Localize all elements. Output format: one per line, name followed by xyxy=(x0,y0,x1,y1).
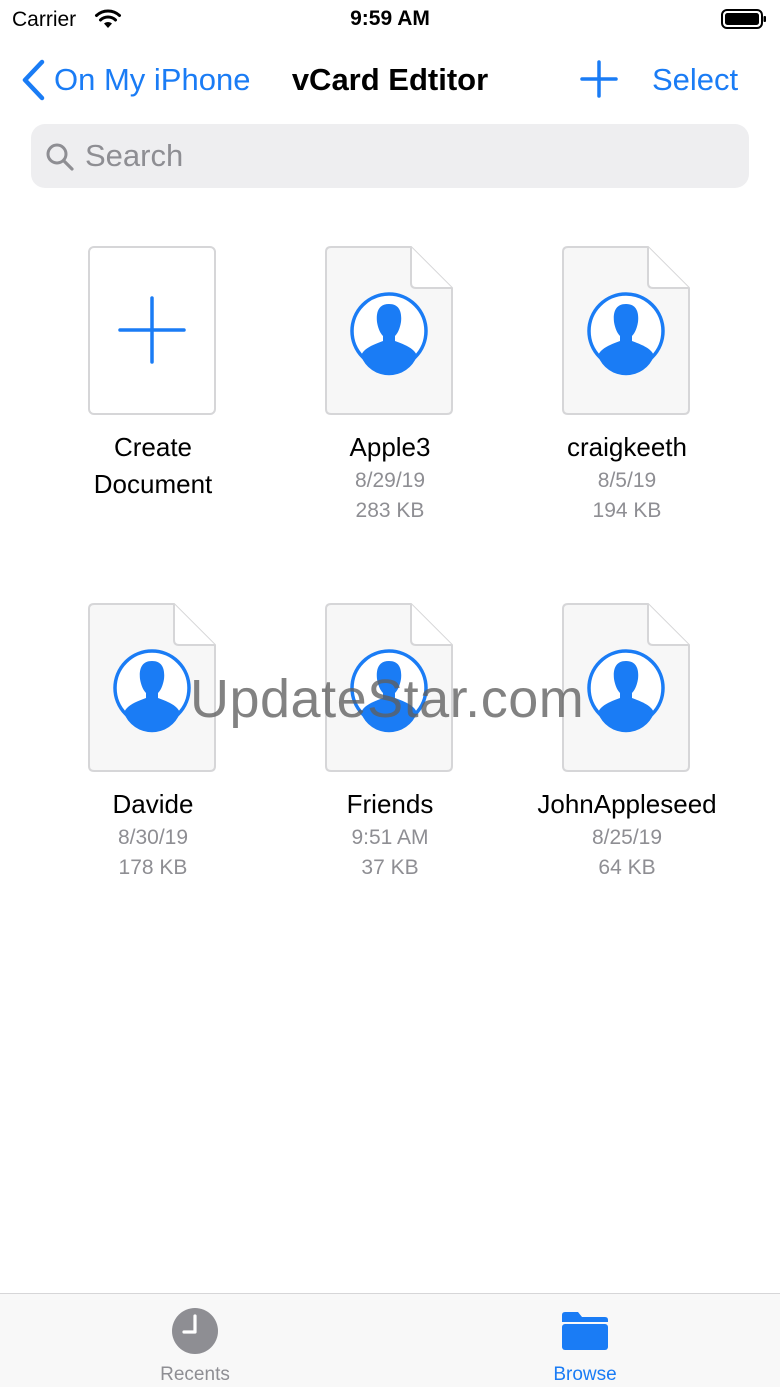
back-button[interactable]: On My iPhone xyxy=(20,58,250,102)
status-bar: Carrier 9:59 AM xyxy=(0,0,780,40)
file-size: 194 KB xyxy=(592,499,662,522)
create-document-thumbnail xyxy=(88,246,216,415)
contact-file-icon xyxy=(88,603,216,772)
create-document-tile[interactable]: Create Document xyxy=(33,246,273,503)
contact-file-icon xyxy=(325,603,453,772)
file-name: Friends xyxy=(346,789,434,819)
search-input[interactable] xyxy=(85,124,725,188)
file-size: 283 KB xyxy=(355,499,425,522)
file-tile[interactable]: Apple3 8/29/19 283 KB xyxy=(270,246,510,526)
select-button[interactable]: Select xyxy=(652,62,738,98)
file-date: 8/29/19 xyxy=(354,469,426,492)
contact-file-icon xyxy=(562,246,690,415)
create-document-label: Create Document xyxy=(93,432,213,499)
file-date: 8/5/19 xyxy=(597,469,657,492)
file-date: 8/25/19 xyxy=(591,826,663,849)
search-field[interactable] xyxy=(31,124,749,188)
file-name: Davide xyxy=(112,789,194,819)
file-date: 9:51 AM xyxy=(351,826,429,849)
navigation-bar: On My iPhone vCard Edtitor Select xyxy=(0,48,780,112)
page-title: vCard Edtitor xyxy=(291,62,489,97)
battery-icon xyxy=(721,9,766,29)
file-name: craigkeeth xyxy=(567,432,687,462)
tab-recents-label: Recents xyxy=(160,1364,230,1385)
clock-icon xyxy=(172,1308,218,1354)
tab-recents[interactable]: Recents xyxy=(95,1294,295,1387)
file-name: Apple3 xyxy=(349,432,431,462)
chevron-left-icon xyxy=(22,59,45,101)
file-size: 37 KB xyxy=(361,856,419,879)
file-tile[interactable]: Davide 8/30/19 178 KB xyxy=(33,603,273,883)
contact-file-icon xyxy=(562,603,690,772)
search-icon xyxy=(46,143,74,171)
file-size: 178 KB xyxy=(118,856,188,879)
contact-file-icon xyxy=(325,246,453,415)
file-tile[interactable]: Friends 9:51 AM 37 KB xyxy=(270,603,510,883)
folder-icon xyxy=(562,1312,608,1350)
file-tile[interactable]: JohnAppleseed 8/25/19 64 KB xyxy=(507,603,747,883)
tab-bar: Recents Browse xyxy=(0,1293,780,1387)
status-time: 9:59 AM xyxy=(350,7,430,30)
back-button-label: On My iPhone xyxy=(54,62,251,97)
files-browser-screen: Carrier 9:59 AM On My iPhone vCard Edtit… xyxy=(0,0,780,1387)
tab-browse-label: Browse xyxy=(553,1364,617,1385)
file-date: 8/30/19 xyxy=(117,826,189,849)
file-tile[interactable]: craigkeeth 8/5/19 194 KB xyxy=(507,246,747,526)
tab-browse[interactable]: Browse xyxy=(485,1294,685,1387)
file-size: 64 KB xyxy=(598,856,656,879)
file-name: JohnAppleseed xyxy=(537,789,717,819)
add-icon[interactable] xyxy=(578,58,620,100)
